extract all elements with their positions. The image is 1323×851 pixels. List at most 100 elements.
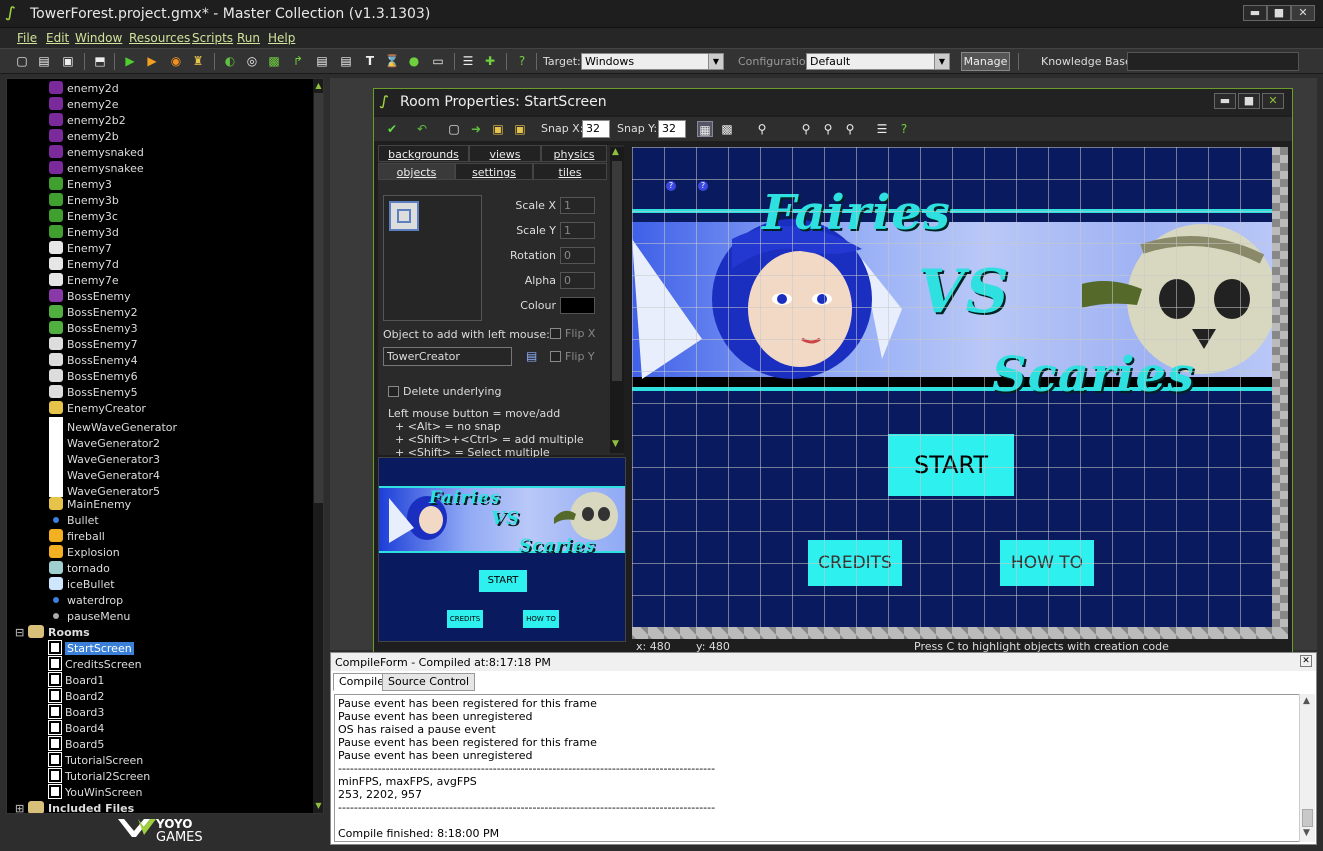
- tree-object-item[interactable]: WaveGenerator4: [49, 465, 160, 482]
- tree-object-item[interactable]: BossEnemy5: [49, 385, 138, 401]
- menu-help[interactable]: Help: [268, 31, 295, 45]
- room-maximize-button[interactable]: ■: [1238, 93, 1260, 109]
- tab-backgrounds[interactable]: backgrounds: [378, 145, 469, 162]
- tree-object-item[interactable]: enemy2e: [49, 97, 119, 113]
- tab-settings[interactable]: settings: [455, 163, 533, 180]
- menu-scripts[interactable]: Scripts: [192, 31, 233, 45]
- tree-object-item[interactable]: Enemy3b: [49, 193, 119, 209]
- manage-button[interactable]: Manage: [961, 52, 1010, 71]
- compile-log-scrollbar[interactable]: ▲ ▼: [1299, 694, 1315, 842]
- zoom-in-icon[interactable]: ⚲: [842, 121, 858, 137]
- compile-log[interactable]: Pause event has been registered for this…: [334, 694, 1300, 842]
- room-settings-list-icon[interactable]: ☰: [874, 121, 890, 137]
- alpha-input[interactable]: 0: [560, 272, 595, 289]
- open-project-icon[interactable]: ▤: [36, 53, 52, 69]
- tree-object-item[interactable]: NewWaveGenerator: [49, 417, 177, 434]
- tree-room-item[interactable]: Board2: [48, 688, 104, 705]
- flip-x-checkbox[interactable]: Flip X: [550, 327, 595, 340]
- tree-object-item[interactable]: BossEnemy6: [49, 369, 138, 385]
- undo-icon[interactable]: ↶: [414, 121, 430, 137]
- scroll-up-icon[interactable]: ▲: [1303, 696, 1310, 706]
- unlock-icon[interactable]: ▣: [512, 121, 528, 137]
- tree-object-item[interactable]: WaveGenerator5: [49, 481, 160, 498]
- add-room-icon[interactable]: ▭: [430, 53, 446, 69]
- left-scroll-thumb[interactable]: [612, 161, 622, 381]
- tree-object-item[interactable]: iceBullet: [49, 577, 115, 593]
- flip-y-box[interactable]: [550, 351, 561, 362]
- debug-game-icon[interactable]: ▶: [144, 53, 160, 69]
- tree-object-item[interactable]: Enemy3: [49, 177, 112, 193]
- tree-object-item[interactable]: waterdrop: [49, 593, 123, 609]
- clear-room-icon[interactable]: ▢: [446, 121, 462, 137]
- add-script-icon[interactable]: ▤: [314, 53, 330, 69]
- add-sprite-icon[interactable]: ◐: [222, 53, 238, 69]
- menu-file[interactable]: File: [17, 31, 37, 45]
- tree-room-item-selected[interactable]: StartScreen: [48, 640, 134, 657]
- delete-underlying-box[interactable]: [388, 386, 399, 397]
- snap-x-input[interactable]: 32: [582, 120, 610, 138]
- add-font-icon[interactable]: T: [362, 53, 378, 69]
- tree-object-item[interactable]: BossEnemy2: [49, 305, 138, 321]
- flip-y-checkbox[interactable]: Flip Y: [550, 350, 595, 363]
- tree-object-item[interactable]: Enemy3c: [49, 209, 118, 225]
- scroll-up-icon[interactable]: ▲: [314, 81, 323, 90]
- add-object-icon[interactable]: ●: [406, 53, 422, 69]
- colour-swatch[interactable]: [560, 297, 595, 314]
- help-icon[interactable]: ?: [514, 53, 530, 69]
- tree-object-item[interactable]: Bullet: [49, 513, 99, 529]
- menu-resources[interactable]: Resources: [129, 31, 190, 45]
- configuration-select[interactable]: Default ▼: [806, 53, 950, 70]
- scroll-down-icon[interactable]: ▼: [314, 801, 323, 810]
- minimize-button[interactable]: ▬: [1243, 5, 1267, 21]
- zoom-out-icon[interactable]: ⚲: [798, 121, 814, 137]
- tree-room-item[interactable]: Board4: [48, 720, 104, 737]
- tab-objects[interactable]: objects: [378, 163, 455, 180]
- tree-room-item[interactable]: Tutorial2Screen: [48, 768, 150, 785]
- tree-object-item[interactable]: Enemy3d: [49, 225, 119, 241]
- add-timeline-icon[interactable]: ⌛: [384, 53, 400, 69]
- view-options-icon[interactable]: ⚲: [754, 121, 770, 137]
- tree-object-item[interactable]: BossEnemy4: [49, 353, 138, 369]
- left-panel-scrollbar[interactable]: ▲ ▼: [610, 147, 624, 453]
- room-close-button[interactable]: ✕: [1262, 93, 1284, 109]
- tab-physics[interactable]: physics: [541, 145, 607, 162]
- run-game-icon[interactable]: ▶: [122, 53, 138, 69]
- tree-object-item[interactable]: BossEnemy3: [49, 321, 138, 337]
- scroll-down-icon[interactable]: ▼: [612, 439, 619, 449]
- scale-y-input[interactable]: 1: [560, 222, 595, 239]
- add-path-icon[interactable]: ↱: [290, 53, 306, 69]
- room-mini-preview[interactable]: Fairies VS Scaries START CREDITS HOW TO: [378, 457, 626, 642]
- menu-edit[interactable]: Edit: [46, 31, 69, 45]
- rotation-input[interactable]: 0: [560, 247, 595, 264]
- room-minimize-button[interactable]: ▬: [1214, 93, 1236, 109]
- tree-room-item[interactable]: Board1: [48, 672, 104, 689]
- tree-room-item[interactable]: TutorialScreen: [48, 752, 143, 769]
- tree-room-item[interactable]: Board3: [48, 704, 104, 721]
- tab-views[interactable]: views: [469, 145, 541, 162]
- ok-check-icon[interactable]: ✔: [384, 121, 400, 137]
- tree-object-item[interactable]: WaveGenerator3: [49, 449, 160, 466]
- object-menu-icon[interactable]: ▤: [526, 349, 540, 363]
- tree-object-item[interactable]: WaveGenerator2: [49, 433, 160, 450]
- toggle-isometric-icon[interactable]: ▩: [719, 121, 735, 137]
- tree-room-item[interactable]: CreditsScreen: [48, 656, 142, 673]
- global-settings-icon[interactable]: ☰: [460, 53, 476, 69]
- flip-x-box[interactable]: [550, 328, 561, 339]
- clean-icon[interactable]: ♜: [190, 53, 206, 69]
- tree-object-item[interactable]: Explosion: [49, 545, 120, 561]
- close-icon[interactable]: ✕: [1300, 655, 1312, 667]
- tree-object-item[interactable]: EnemyCreator: [49, 401, 146, 417]
- create-executable-icon[interactable]: ⬒: [92, 53, 108, 69]
- delete-underlying-checkbox[interactable]: Delete underlying: [388, 385, 501, 398]
- tree-object-item[interactable]: Enemy7e: [49, 273, 119, 289]
- menu-run[interactable]: Run: [237, 31, 260, 45]
- tree-object-item[interactable]: enemy2b2: [49, 113, 126, 129]
- add-background-icon[interactable]: ▩: [266, 53, 282, 69]
- tree-object-item[interactable]: MainEnemy: [49, 497, 131, 513]
- tree-object-item[interactable]: Enemy7: [49, 241, 112, 257]
- tree-object-item[interactable]: tornado: [49, 561, 110, 577]
- tree-scrollbar[interactable]: ▲ ▼: [313, 79, 323, 813]
- compile-scroll-thumb[interactable]: [1302, 809, 1313, 827]
- lock-icon[interactable]: ▣: [490, 121, 506, 137]
- tree-room-item[interactable]: YouWinScreen: [48, 784, 142, 801]
